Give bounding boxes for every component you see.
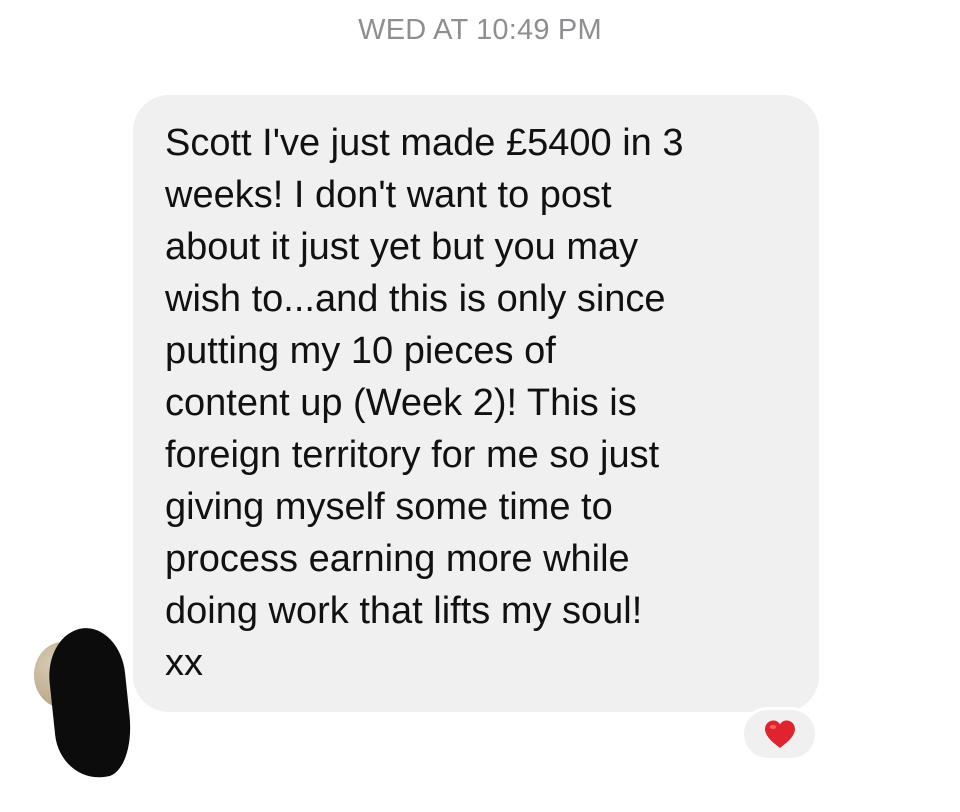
redaction-mark — [44, 624, 136, 782]
reaction-badge[interactable] — [741, 707, 818, 761]
message-bubble[interactable]: Scott I've just made £5400 in 3 weeks! I… — [133, 95, 819, 712]
message-text: Scott I've just made £5400 in 3 weeks! I… — [165, 122, 684, 684]
red-heart-icon — [763, 719, 797, 749]
message-timestamp: WED AT 10:49 PM — [358, 14, 602, 46]
